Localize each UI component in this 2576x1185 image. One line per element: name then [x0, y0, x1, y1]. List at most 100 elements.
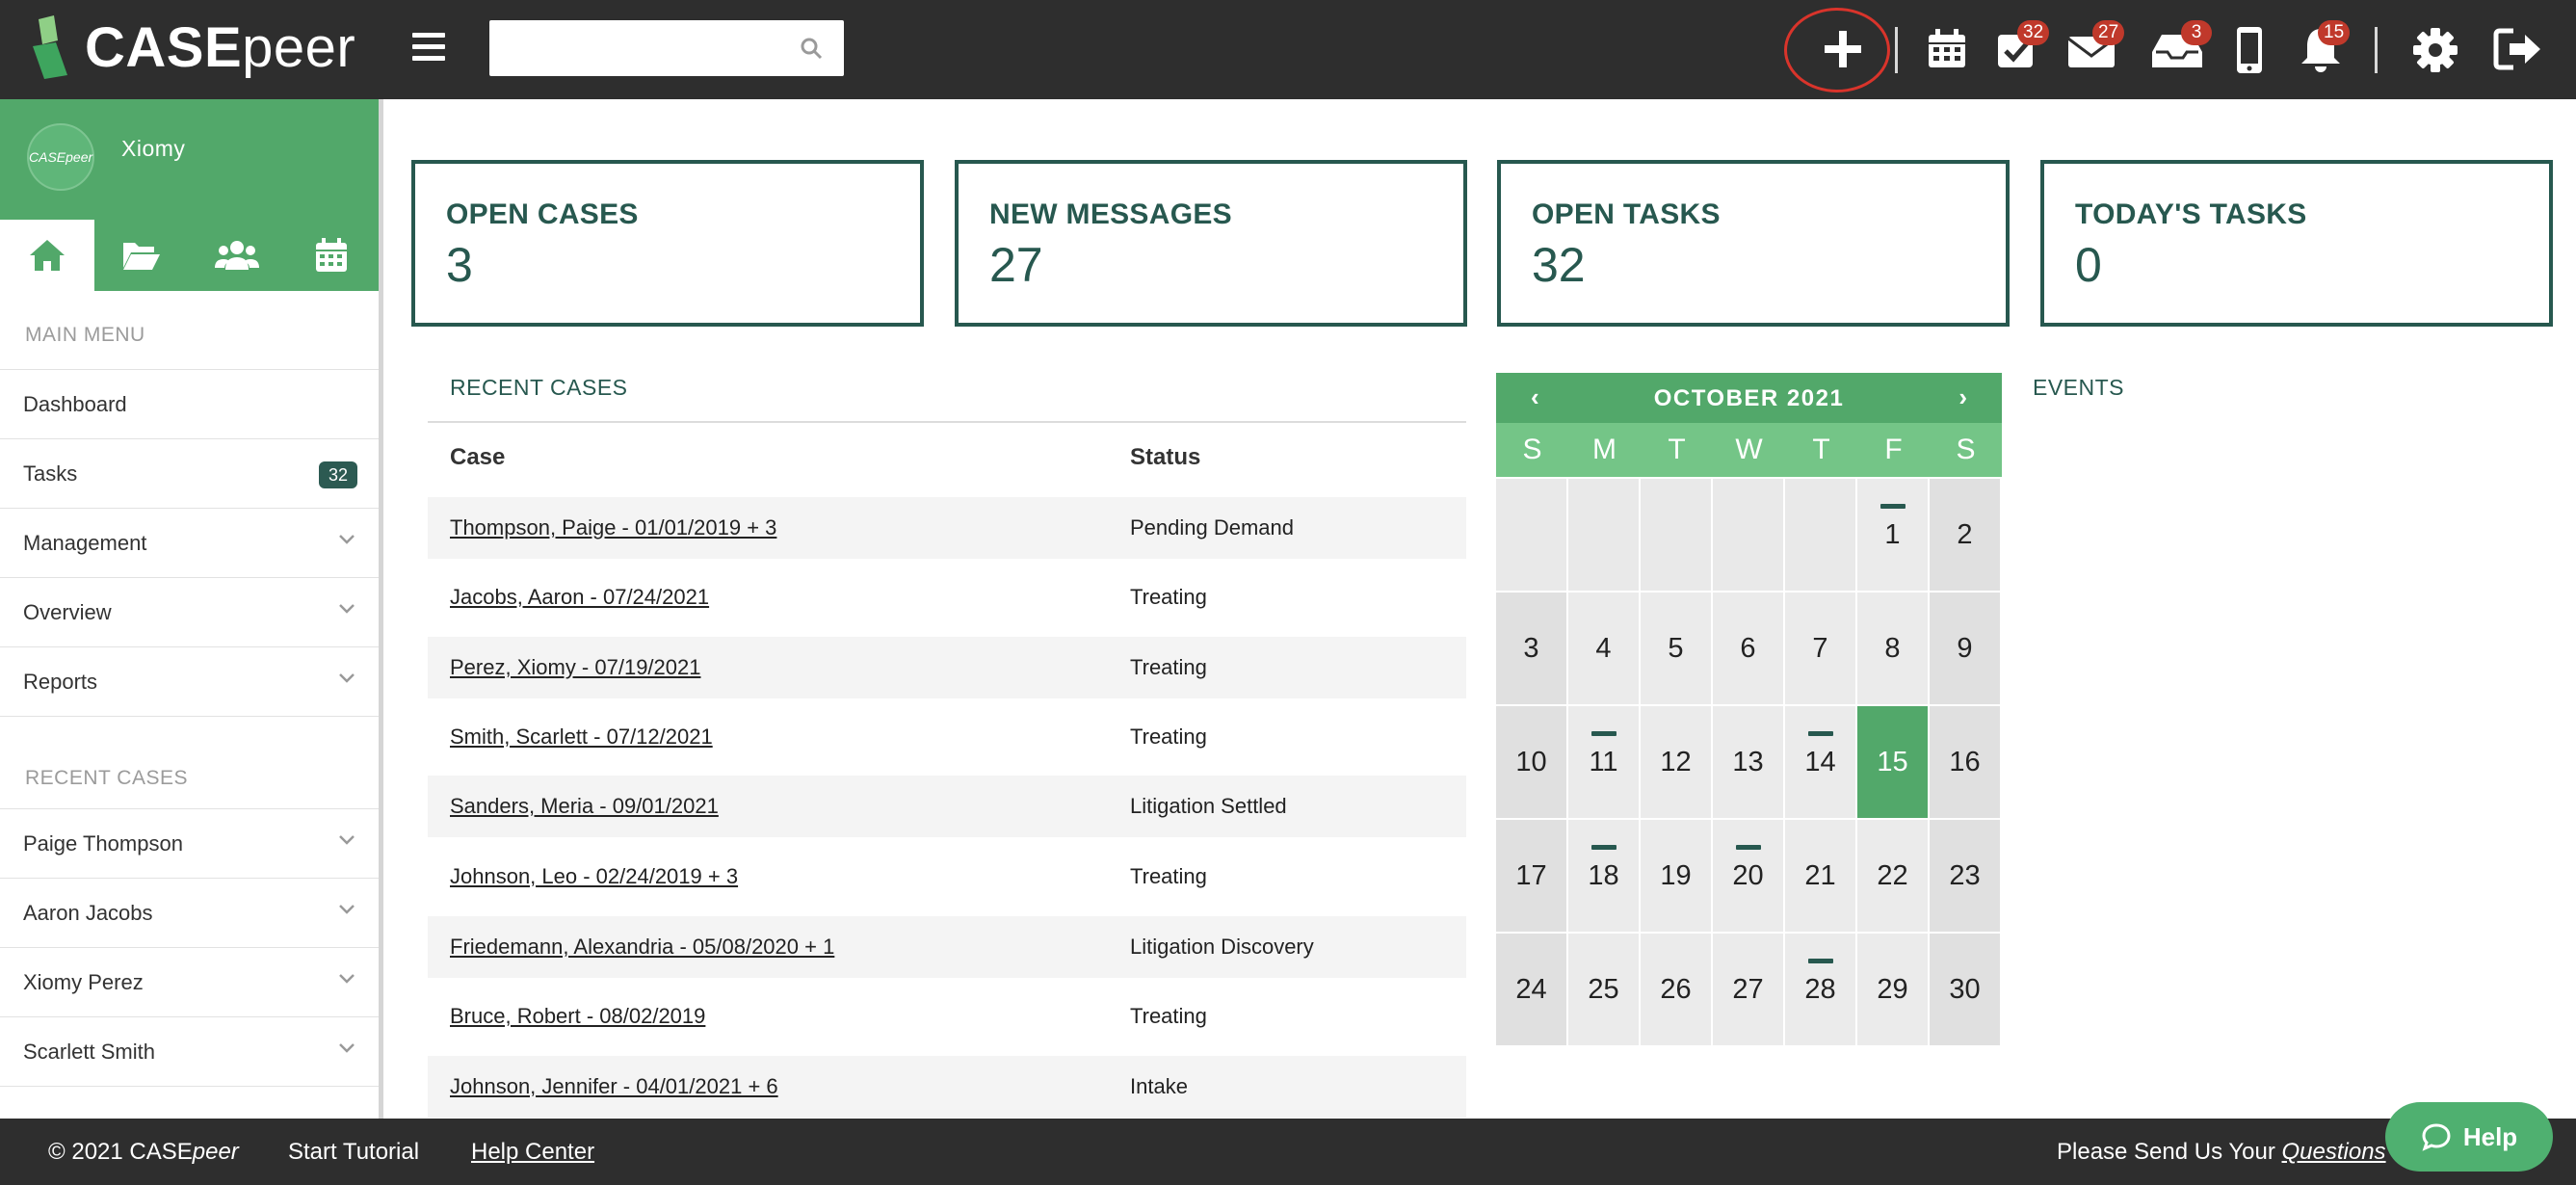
calendar-header: ‹ OCTOBER 2021 › [1496, 373, 2002, 423]
todays-tasks-card[interactable]: TODAY'S TASKS 0 [2040, 160, 2553, 327]
inbox-icon[interactable]: 3 [2148, 20, 2212, 73]
weekday-label: T [1812, 434, 1830, 465]
help-button[interactable]: Help [2385, 1102, 2553, 1172]
calendar-day[interactable]: 23 [1930, 820, 2000, 932]
search-box[interactable] [489, 20, 844, 76]
calendar-next-button[interactable]: › [1958, 382, 1967, 412]
table-row: Johnson, Jennifer - 04/01/2021 + 6 Intake [428, 1056, 1466, 1118]
case-link[interactable]: Friedemann, Alexandria - 05/08/2020 + 1 [450, 935, 834, 960]
event-marker [1736, 845, 1761, 850]
calendar-icon[interactable] [1923, 25, 1971, 73]
calendar-day[interactable]: 13 [1713, 706, 1783, 818]
sidebar-item-management[interactable]: Management [0, 509, 379, 578]
calendar-day[interactable]: 3 [1496, 592, 1566, 704]
questions-link[interactable]: Questions [2282, 1139, 2386, 1165]
casepeer-logo[interactable]: CASEpeer [29, 13, 355, 81]
calendar-day[interactable]: 12 [1641, 706, 1711, 818]
card-label: OPEN TASKS [1532, 198, 1721, 230]
calendar-day[interactable]: 16 [1930, 706, 2000, 818]
gear-icon[interactable] [2410, 25, 2458, 73]
calendar-day[interactable]: 28 [1785, 934, 1855, 1045]
calendar-day[interactable]: 19 [1641, 820, 1711, 932]
sidebar-recent-case[interactable]: Paige Thompson [0, 809, 379, 879]
calendar-day[interactable]: 10 [1496, 706, 1566, 818]
case-status: Treating [1130, 655, 1207, 679]
chevron-down-icon [339, 905, 355, 914]
calendar-day[interactable]: 15 [1857, 706, 1928, 818]
sidebar-item-dashboard[interactable]: Dashboard [0, 370, 379, 439]
chevron-down-icon [339, 835, 355, 845]
case-link[interactable]: Johnson, Jennifer - 04/01/2021 + 6 [450, 1074, 778, 1099]
sidebar-recent-case[interactable]: Scarlett Smith [0, 1017, 379, 1087]
calendar-day[interactable]: 17 [1496, 820, 1566, 932]
open-tasks-card[interactable]: OPEN TASKS 32 [1497, 160, 2010, 327]
sidebar-item-label: Tasks [23, 461, 78, 486]
card-value: 27 [989, 238, 1043, 292]
help-center-link[interactable]: Help Center [471, 1139, 594, 1166]
sidebar-item-reports[interactable]: Reports [0, 647, 379, 717]
calendar-day[interactable]: 7 [1785, 592, 1855, 704]
sidebar-item-tasks[interactable]: Tasks 32 [0, 439, 379, 509]
logo-text-thin: peer [242, 15, 356, 79]
case-link[interactable]: Jacobs, Aaron - 07/24/2021 [450, 585, 709, 610]
tab-calendar[interactable] [284, 220, 379, 291]
calendar-day[interactable]: 2 [1930, 479, 2000, 591]
calendar-day[interactable]: 1 [1857, 479, 1928, 591]
calendar-day[interactable]: 6 [1713, 592, 1783, 704]
username[interactable]: Xiomy [121, 136, 185, 162]
calendar-day[interactable]: 21 [1785, 820, 1855, 932]
calendar-day[interactable]: 22 [1857, 820, 1928, 932]
calendar-day[interactable]: 18 [1568, 820, 1639, 932]
sidebar-item-label: Scarlett Smith [23, 1039, 155, 1064]
sidebar-recent-case[interactable]: Xiomy Perez [0, 948, 379, 1017]
tasks-icon[interactable]: 32 [1992, 20, 2050, 73]
open-cases-card[interactable]: OPEN CASES 3 [411, 160, 924, 327]
case-link[interactable]: Perez, Xiomy - 07/19/2021 [450, 655, 700, 680]
case-link[interactable]: Smith, Scarlett - 07/12/2021 [450, 724, 713, 750]
copyright-text: © 2021 CASE [48, 1139, 193, 1165]
main-menu-label: MAIN MENU [0, 291, 379, 370]
logout-icon[interactable] [2492, 25, 2540, 73]
mobile-icon[interactable] [2233, 25, 2281, 73]
table-row: Friedemann, Alexandria - 05/08/2020 + 1 L… [428, 916, 1466, 978]
mail-icon[interactable]: 27 [2065, 20, 2125, 73]
hamburger-menu-icon[interactable] [412, 33, 445, 62]
calendar-day[interactable]: 27 [1713, 934, 1783, 1045]
calendar-day[interactable]: 26 [1641, 934, 1711, 1045]
case-link[interactable]: Sanders, Meria - 09/01/2021 [450, 794, 719, 819]
weekday-label: S [1956, 434, 1976, 465]
search-icon[interactable] [800, 37, 823, 60]
sidebar: CASEpeer Xiomy MAIN MENU Dashboard Tasks… [0, 99, 383, 1119]
case-link[interactable]: Bruce, Robert - 08/02/2019 [450, 1004, 705, 1029]
calendar-day[interactable]: 5 [1641, 592, 1711, 704]
bell-icon[interactable]: 15 [2297, 20, 2351, 73]
new-messages-card[interactable]: NEW MESSAGES 27 [955, 160, 1467, 327]
plus-icon[interactable] [1819, 25, 1867, 73]
weekday-label: F [1884, 434, 1903, 465]
search-input[interactable] [489, 20, 778, 76]
calendar-day[interactable]: 24 [1496, 934, 1566, 1045]
start-tutorial-link[interactable]: Start Tutorial [288, 1139, 419, 1166]
table-row: Sanders, Meria - 09/01/2021 Litigation Se… [428, 776, 1466, 837]
calendar-day[interactable]: 20 [1713, 820, 1783, 932]
tab-cases[interactable] [94, 220, 189, 291]
calendar-day[interactable]: 8 [1857, 592, 1928, 704]
recent-cases-label: RECENT CASES [0, 717, 379, 809]
event-marker [1591, 845, 1617, 850]
sidebar-item-overview[interactable]: Overview [0, 578, 379, 647]
sidebar-recent-case[interactable]: Aaron Jacobs [0, 879, 379, 948]
tab-contacts[interactable] [190, 220, 284, 291]
calendar-day[interactable]: 30 [1930, 934, 2000, 1045]
case-link[interactable]: Thompson, Paige - 01/01/2019 + 3 [450, 515, 776, 540]
case-link[interactable]: Johnson, Leo - 02/24/2019 + 3 [450, 864, 738, 889]
calendar-day[interactable]: 4 [1568, 592, 1639, 704]
calendar-day[interactable]: 9 [1930, 592, 2000, 704]
calendar-day[interactable]: 11 [1568, 706, 1639, 818]
avatar[interactable]: CASEpeer [27, 123, 94, 191]
inbox-badge: 3 [2181, 20, 2212, 45]
table-row: Johnson, Leo - 02/24/2019 + 3 Treating [428, 846, 1466, 908]
calendar-day[interactable]: 29 [1857, 934, 1928, 1045]
tab-home[interactable] [0, 220, 95, 291]
calendar-day[interactable]: 14 [1785, 706, 1855, 818]
calendar-day[interactable]: 25 [1568, 934, 1639, 1045]
